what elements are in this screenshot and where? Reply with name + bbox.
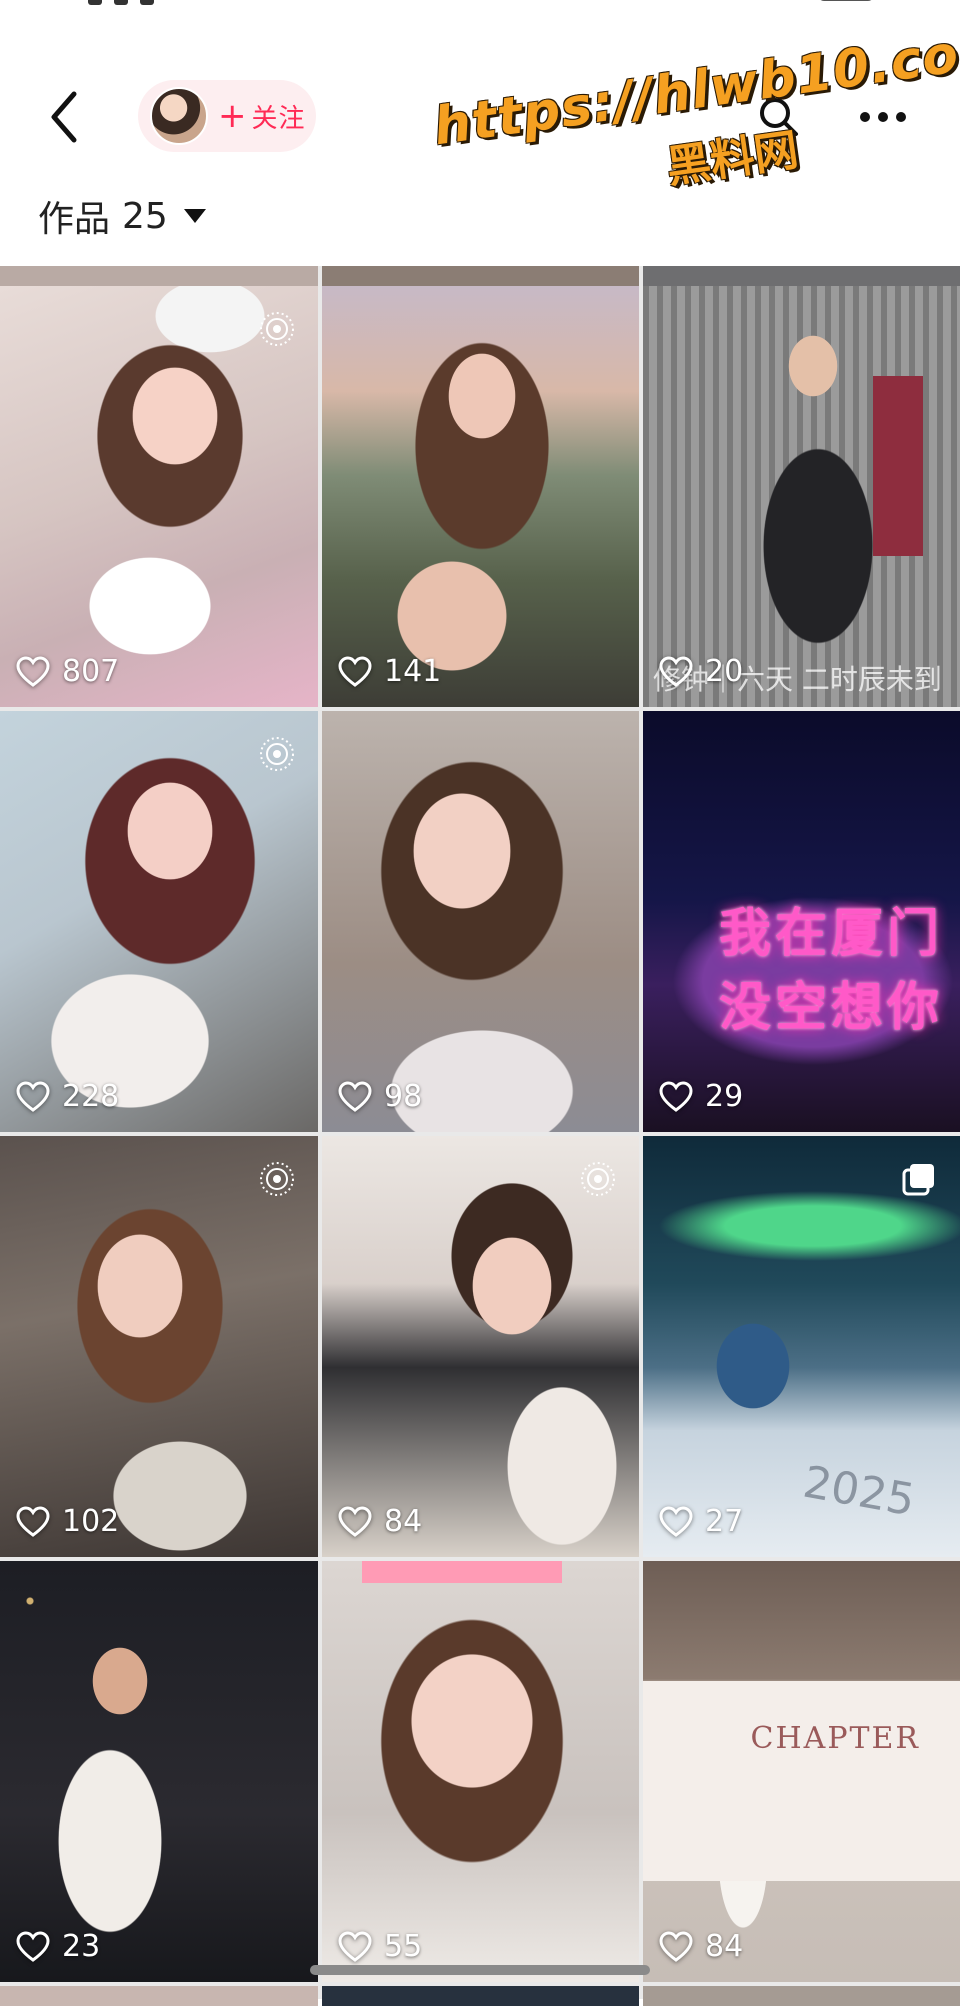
post-tile[interactable]: 我在厦门 没空想你 29 — [643, 711, 960, 1132]
battery-icon — [818, 0, 874, 1]
post-image — [0, 1561, 318, 1982]
post-tile[interactable]: 修钟｜六天 二时辰未到 20 — [643, 286, 960, 707]
like-count: 84 — [659, 1929, 743, 1964]
chevron-left-icon — [51, 91, 77, 143]
post-image — [322, 1561, 639, 1982]
follow-button[interactable]: + 关注 — [218, 98, 306, 135]
heart-icon — [659, 1505, 693, 1537]
like-count: 141 — [338, 654, 441, 689]
like-count-value: 27 — [705, 1504, 744, 1539]
live-photo-icon — [260, 737, 294, 771]
heart-icon — [659, 655, 693, 687]
heart-icon — [16, 1080, 50, 1112]
like-count-value: 102 — [62, 1504, 120, 1539]
like-count-value: 807 — [62, 654, 120, 689]
gallery-icon — [902, 1164, 934, 1196]
status-icons-left — [88, 0, 208, 5]
like-count: 98 — [338, 1079, 422, 1114]
post-image — [0, 286, 318, 707]
post-grid: 807 141 修钟｜六天 二时辰未到 20 228 98 我在厦门 没空想你 … — [0, 266, 960, 2006]
post-image — [322, 711, 639, 1132]
row-strip — [322, 1986, 639, 2006]
like-count-value: 23 — [62, 1929, 101, 1964]
like-count-value: 84 — [384, 1504, 423, 1539]
like-count: 29 — [659, 1079, 743, 1114]
heart-icon — [16, 655, 50, 687]
post-image — [0, 1136, 318, 1557]
search-icon[interactable] — [754, 92, 804, 142]
like-count: 807 — [16, 654, 119, 689]
heart-icon — [338, 1505, 372, 1537]
live-photo-icon — [581, 1162, 615, 1196]
follow-label: 关注 — [251, 103, 306, 134]
post-tile[interactable]: 228 — [0, 711, 318, 1132]
more-icon[interactable] — [860, 102, 910, 132]
row-strip — [643, 266, 960, 286]
like-count-value: 98 — [384, 1079, 423, 1114]
heart-icon — [338, 655, 372, 687]
like-count-value: 228 — [62, 1079, 120, 1114]
neon-sign-line: 没空想你 — [719, 978, 944, 1038]
post-image — [643, 286, 960, 707]
post-image — [643, 1561, 960, 1982]
works-count: 25 — [122, 195, 168, 237]
row-strip — [0, 1986, 318, 2006]
post-tile[interactable]: 807 — [0, 286, 318, 707]
like-count: 55 — [338, 1929, 422, 1964]
post-tile[interactable]: CHAPTER 84 — [643, 1561, 960, 1982]
caret-down-icon — [183, 209, 206, 223]
plus-icon: + — [218, 96, 248, 136]
heart-icon — [659, 1080, 693, 1112]
poster-title: CHAPTER — [750, 1721, 920, 1756]
heart-icon — [16, 1930, 50, 1962]
row-strip — [643, 1986, 960, 2006]
heart-icon — [16, 1505, 50, 1537]
row-strip — [0, 266, 318, 286]
like-count-value: 29 — [705, 1079, 744, 1114]
post-tile[interactable]: 98 — [322, 711, 639, 1132]
watermark-url: https://hlwb10.com — [430, 16, 960, 158]
post-tile[interactable]: 55 — [322, 1561, 639, 1982]
post-tile[interactable]: 84 — [322, 1136, 639, 1557]
watermark: https://hlwb10.com 黑料网 — [430, 16, 960, 246]
heart-icon — [659, 1930, 693, 1962]
neon-sign-line: 我在厦门 — [719, 904, 944, 964]
like-count-value: 84 — [705, 1929, 744, 1964]
works-tab[interactable]: 作品 25 — [38, 190, 206, 242]
live-photo-icon — [260, 1162, 294, 1196]
like-count: 27 — [659, 1504, 743, 1539]
post-image — [322, 1136, 639, 1557]
post-image — [322, 286, 639, 707]
home-indicator[interactable] — [310, 1965, 650, 1975]
post-tile[interactable]: 2025 27 — [643, 1136, 960, 1557]
like-count-value: 20 — [705, 654, 744, 689]
post-tile[interactable]: 23 — [0, 1561, 318, 1982]
like-count: 23 — [16, 1929, 100, 1964]
status-bar — [0, 0, 960, 40]
live-photo-icon — [260, 312, 294, 346]
like-count: 228 — [16, 1079, 119, 1114]
like-count: 84 — [338, 1504, 422, 1539]
post-tile[interactable]: 141 — [322, 286, 639, 707]
avatar[interactable] — [150, 87, 208, 145]
post-tile[interactable]: 102 — [0, 1136, 318, 1557]
heart-icon — [338, 1930, 372, 1962]
like-count-value: 55 — [384, 1929, 423, 1964]
row-strip — [322, 266, 639, 286]
like-count: 20 — [659, 654, 743, 689]
like-count: 102 — [16, 1504, 119, 1539]
profile-chip[interactable]: + 关注 — [138, 80, 316, 152]
works-label: 作品 — [38, 199, 111, 240]
neon-sign-text: 我在厦门 没空想你 — [719, 897, 943, 1045]
back-button[interactable] — [40, 84, 92, 150]
profile-header: + 关注 https://hlwb10.com 黑料网 作品 25 — [0, 17, 960, 265]
heart-icon — [338, 1080, 372, 1112]
like-count-value: 141 — [384, 654, 442, 689]
post-image — [0, 711, 318, 1132]
